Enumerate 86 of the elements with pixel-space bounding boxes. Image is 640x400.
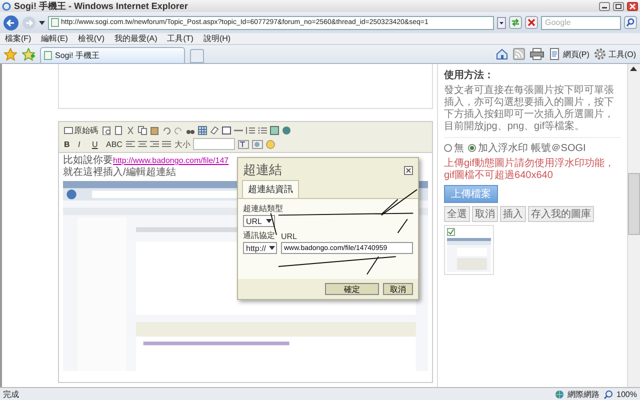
home-icon[interactable] [496,48,508,60]
radio-label: 無 [454,142,464,155]
frame-icon[interactable] [222,126,231,134]
favorites-star-icon[interactable] [4,48,17,60]
check-icon [448,229,454,235]
ok-button[interactable]: 確定 [325,283,379,295]
menu-item[interactable]: 檔案(F) [5,33,32,44]
justify-icon[interactable] [162,140,172,148]
caret-icon [266,219,272,223]
zoom-level[interactable]: 100% [616,390,637,398]
size-label: 大小 [174,138,190,150]
radio-button[interactable] [444,144,452,152]
align-left-icon[interactable] [126,140,136,148]
browser-tab[interactable]: Sogi! 手機王 [40,47,185,63]
print-icon[interactable] [530,48,544,60]
checkbox[interactable] [447,228,455,236]
menu-item[interactable]: 說明(H) [203,33,231,44]
page-icon[interactable] [548,48,561,60]
menu-item[interactable]: 檢視(V) [78,33,105,44]
window-title: Sogi! 手機王 - Windows Internet Explorer [14,0,189,12]
caret-icon[interactable] [39,20,45,24]
action-button[interactable]: 全選 [444,206,470,222]
scrollbar[interactable] [627,64,640,387]
align-right-icon[interactable] [150,140,160,148]
field-label: 超連結類型 [243,203,284,214]
radio-label: 加入浮水印 帳號＠SOGI [478,142,586,155]
dialog-tab[interactable]: 超連結資訊 [242,180,299,198]
body-text: 比如說你要 [63,155,113,166]
status-text: 完成 [3,388,19,400]
back-icon[interactable] [3,14,19,30]
background-color-icon[interactable] [252,140,264,148]
instructions-heading: 使用方法： [444,68,495,82]
field-label: URL [281,232,298,241]
source-icon [64,126,73,134]
format-button[interactable]: ABC [105,138,124,150]
maximize-icon[interactable] [613,2,624,10]
eraser-icon[interactable] [210,126,219,134]
close-icon[interactable] [404,166,413,174]
search-icon[interactable] [624,16,637,29]
page-icon [44,51,52,60]
paste-icon[interactable] [150,126,159,134]
cut-icon[interactable] [126,126,135,134]
zone-text: 網際網路 [568,388,600,400]
add-favorite-icon[interactable] [22,48,35,60]
thumbnail-card[interactable] [444,225,494,275]
dialog-title: 超連結 [243,161,282,179]
menu-item[interactable]: 我的最愛(A) [114,33,158,44]
bullet-list-icon[interactable] [258,126,267,134]
document-icon[interactable] [114,126,123,134]
dropdown-icon[interactable] [497,16,506,28]
source-button[interactable]: 原始碼 [63,124,99,136]
radio-button[interactable] [468,144,476,152]
gear-icon[interactable] [594,48,606,60]
cancel-button[interactable]: 取消 [383,283,413,295]
body-text: 就在這裡插入/編輯超連結 [63,167,176,178]
menu-item[interactable]: 工具(T) [167,33,194,44]
link[interactable]: http://www.badongo.com/file/147 [113,156,229,165]
action-button[interactable]: 插入 [500,206,526,222]
command-button[interactable]: 網頁(P) [562,48,590,60]
text-color-icon[interactable] [238,140,250,148]
image-icon[interactable] [270,126,279,134]
tab-label: Sogi! 手機王 [55,50,100,61]
caret-icon [269,246,276,250]
warning-text: 上傳gif動態圖片請勿使用浮水印功能，gif圖檔不可超過640x640 [444,158,616,182]
menu-item[interactable]: 編輯(E) [41,33,68,44]
table-icon[interactable] [198,126,207,134]
minimize-icon[interactable] [599,2,610,10]
select-field[interactable]: http:// [243,242,277,254]
format-button[interactable]: I [77,138,88,150]
instructions-text: 發文者可直接在每張圖片按下即可單張插入，亦可勾選想要插入的圖片，按下下方插入按鈕即可一次插入所選圖片，目前開放jpg、png、gif等檔案。 [444,85,621,138]
search-field[interactable]: Google [541,16,621,30]
action-button[interactable]: 取消 [472,206,498,222]
copy-icon[interactable] [138,126,147,134]
format-button[interactable]: U [91,138,102,150]
zoom-icon[interactable] [604,390,613,398]
feed-icon[interactable] [512,48,525,60]
action-button[interactable]: 存入我的圖庫 [528,206,594,222]
align-center-icon[interactable] [138,140,148,148]
page-icon [51,18,59,27]
command-button[interactable]: 工具(O) [608,48,636,60]
field-label: 通訊協定 [243,230,276,241]
close-icon[interactable] [627,2,638,10]
stop-icon[interactable] [525,16,538,29]
scrollbar-thumb[interactable] [628,173,640,235]
select-field[interactable]: URL [243,215,275,227]
format-button[interactable]: B [63,138,74,150]
